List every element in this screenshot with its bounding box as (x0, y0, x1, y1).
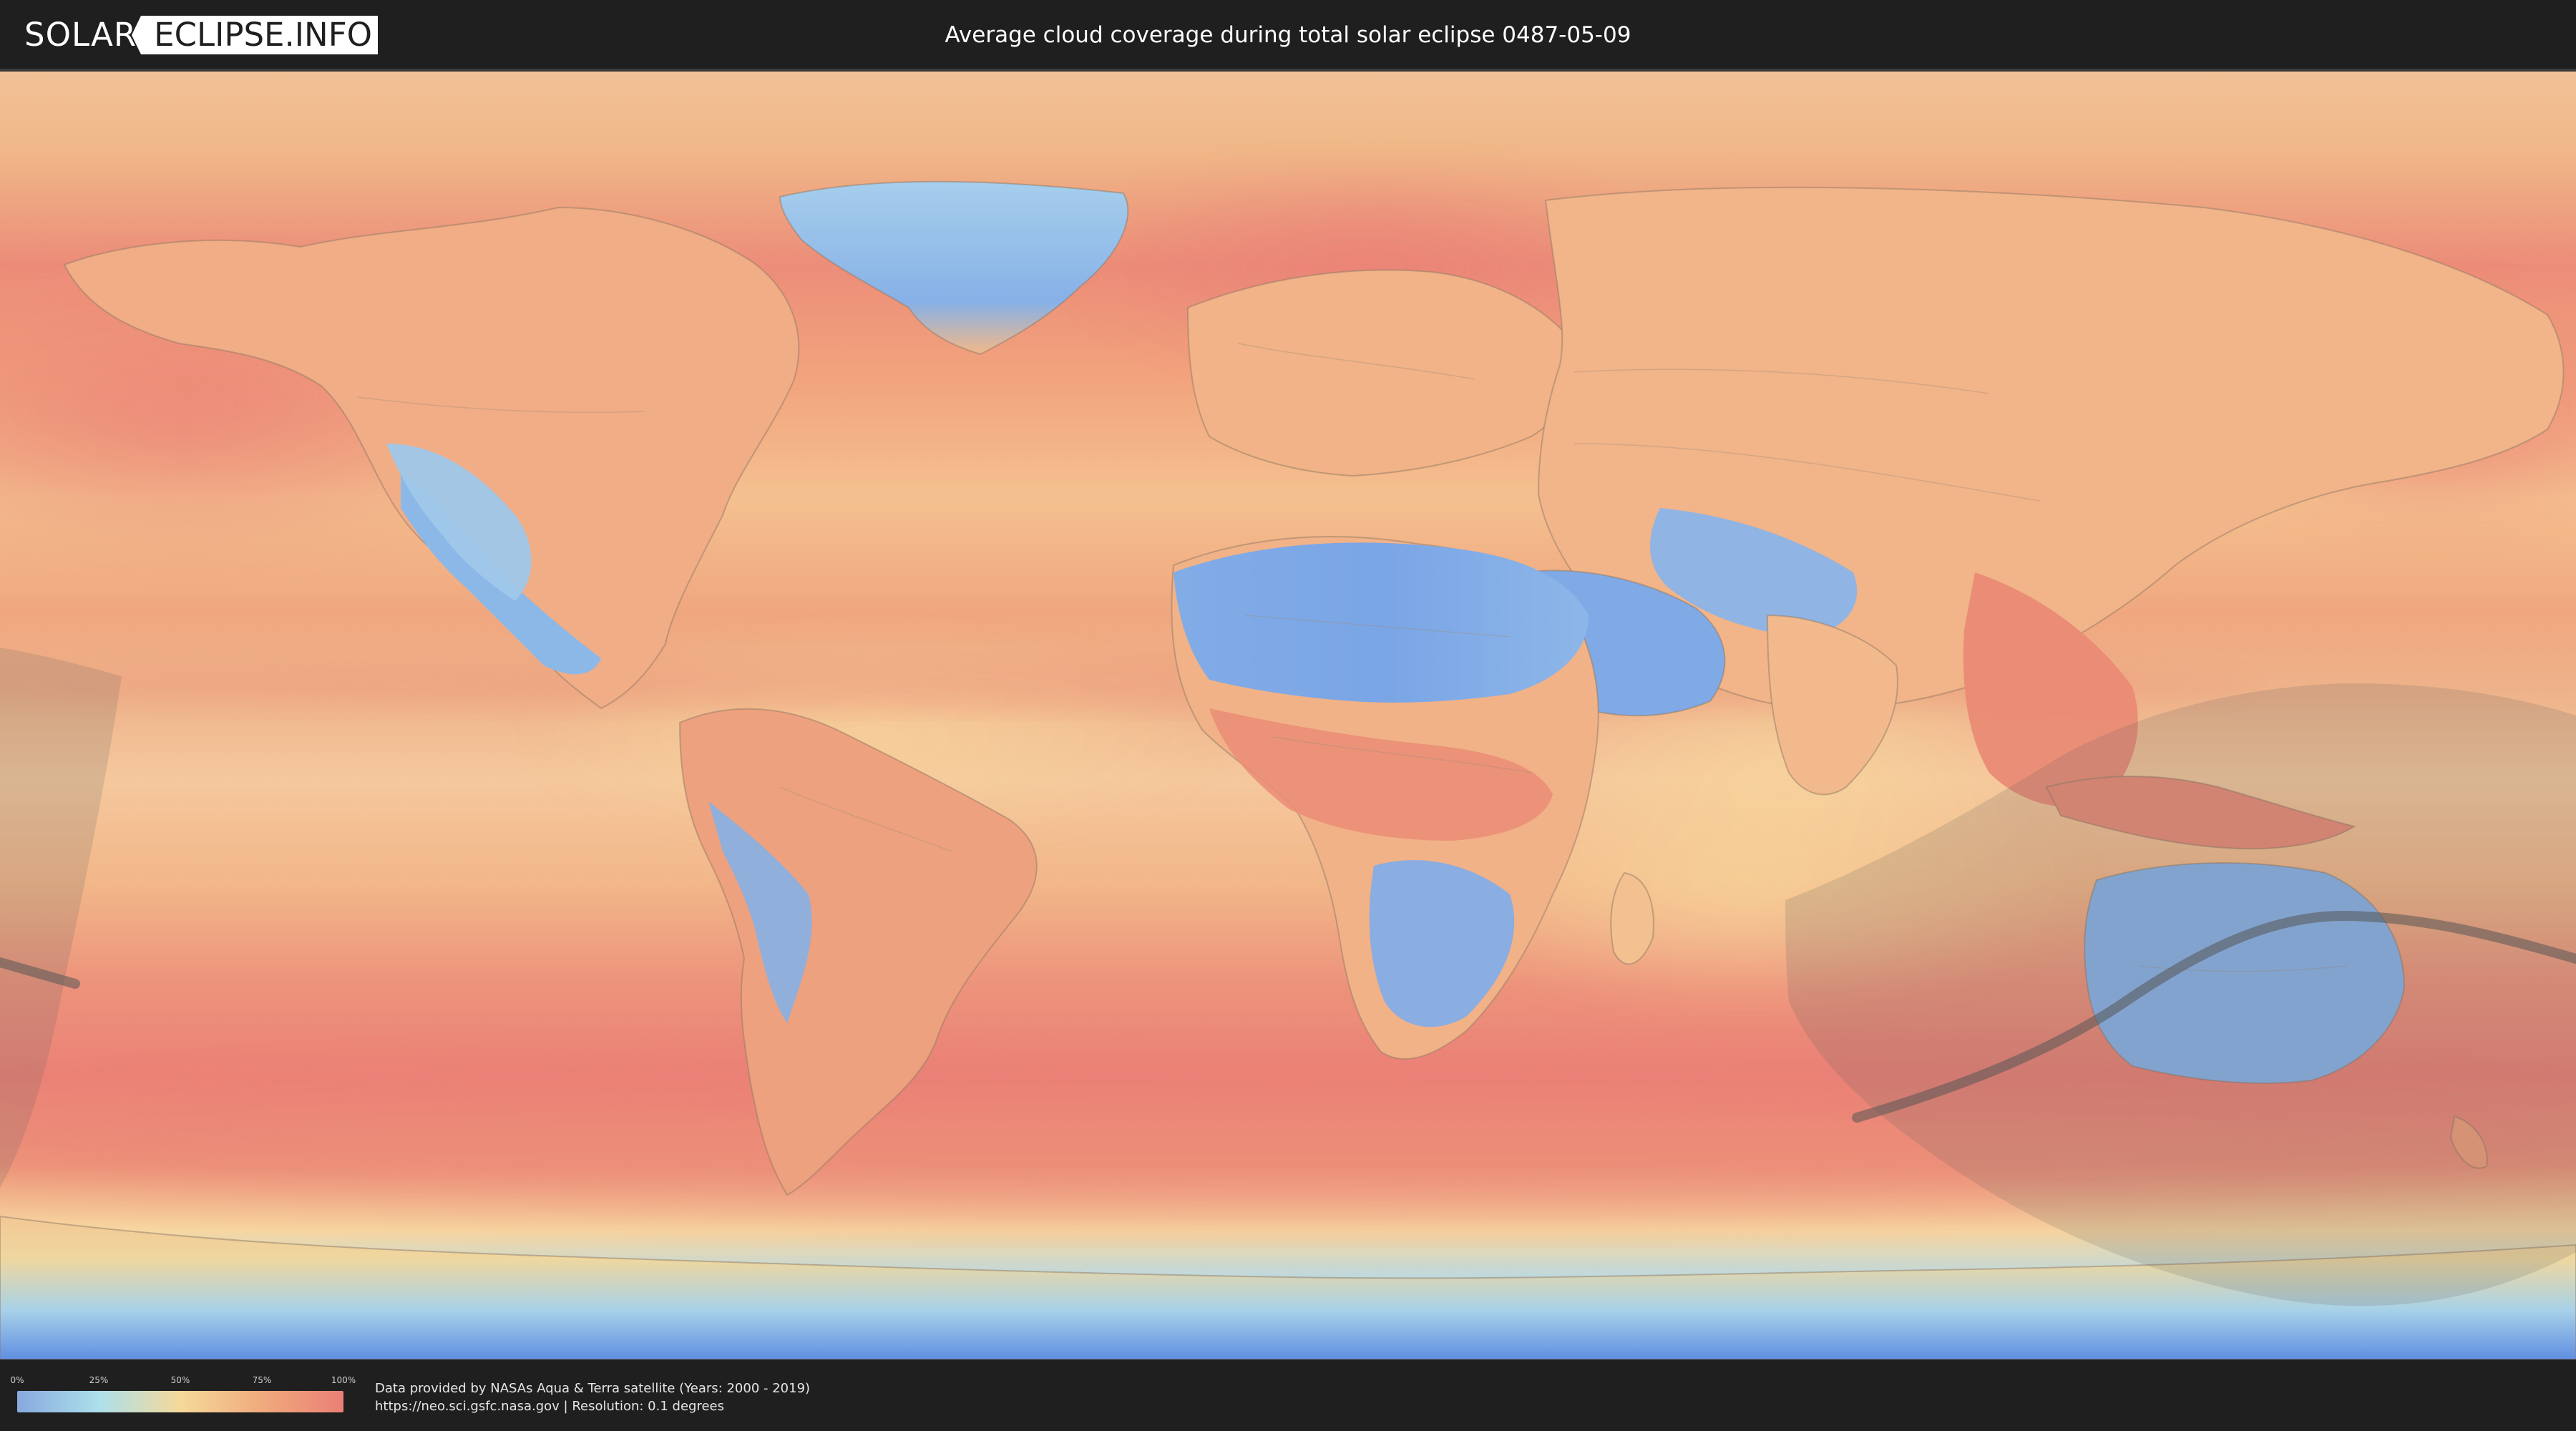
header: SOLAR ECLIPSE.INFO Average cloud coverag… (0, 0, 2576, 72)
legend-tick-100: 100% (331, 1375, 356, 1385)
page-title: Average cloud coverage during total sola… (945, 22, 1631, 48)
source-url-and-resolution: https://neo.sci.gsfc.nasa.gov | Resoluti… (375, 1399, 724, 1414)
sahara-dry-area (1174, 542, 1589, 703)
cloud-coverage-legend: 0% 25% 50% 75% 100% (10, 1375, 356, 1414)
legend-tick-0: 0% (10, 1375, 24, 1385)
data-source-text: Data provided by NASAs Aqua & Terra sate… (375, 1381, 811, 1396)
footer: 0% 25% 50% 75% 100% Data provided by NAS… (0, 1359, 2576, 1431)
legend-tick-75: 75% (252, 1375, 272, 1385)
legend-tick-25: 25% (89, 1375, 109, 1385)
legend-tick-50: 50% (170, 1375, 190, 1385)
data-credit: Data provided by NASAs Aqua & Terra sate… (375, 1379, 810, 1415)
map-canvas[interactable] (0, 72, 2576, 1359)
cloud-coverage-map[interactable] (0, 72, 2576, 1359)
legend-color-bar (17, 1391, 343, 1412)
